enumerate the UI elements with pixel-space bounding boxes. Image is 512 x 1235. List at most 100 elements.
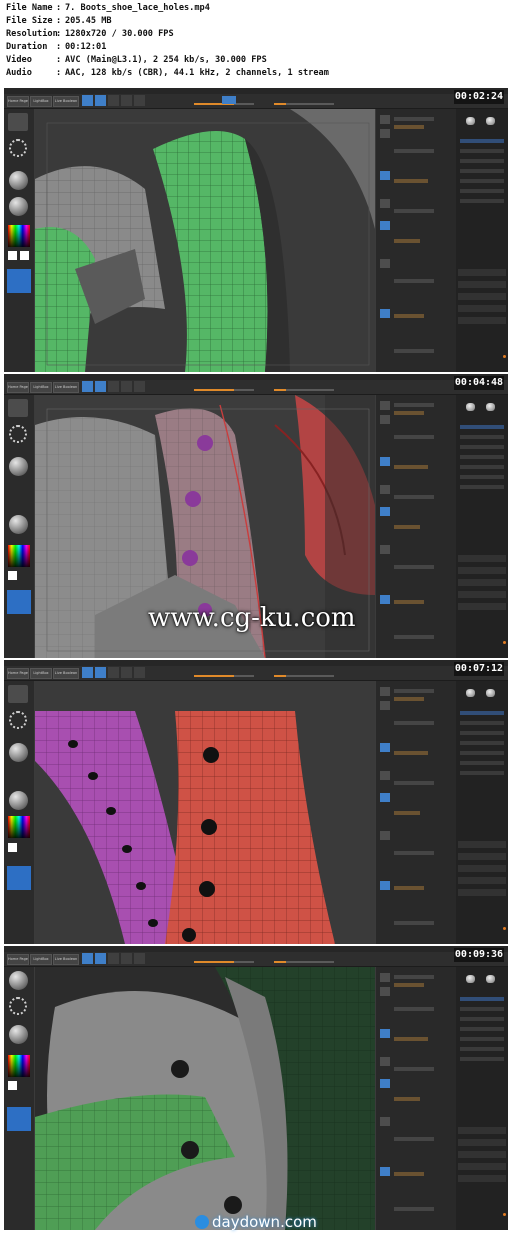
- edit-mode-button[interactable]: [82, 95, 93, 106]
- home-page-button[interactable]: Home Page: [7, 954, 29, 965]
- brush-icon[interactable]: [380, 687, 390, 696]
- rotate-mode-button[interactable]: [134, 667, 145, 678]
- secondary-color-swatch[interactable]: [20, 251, 29, 260]
- xyz-icon[interactable]: [380, 1117, 390, 1126]
- scale-mode-button[interactable]: [121, 953, 132, 964]
- edit-mode-button[interactable]: [82, 667, 93, 678]
- local-icon[interactable]: [380, 595, 390, 604]
- viewport-canvas[interactable]: [35, 109, 375, 372]
- polyframe-icon[interactable]: [380, 457, 390, 466]
- brush-icon[interactable]: [380, 973, 390, 982]
- matcap-sphere-icon[interactable]: [9, 791, 28, 810]
- move-mode-button[interactable]: [108, 953, 119, 964]
- edit-mode-button[interactable]: [82, 381, 93, 392]
- subtool-thumb[interactable]: [466, 117, 475, 125]
- stroke-dots-icon[interactable]: [9, 997, 27, 1015]
- z-intensity-slider[interactable]: [194, 961, 254, 963]
- main-color-swatch[interactable]: [8, 571, 17, 580]
- rotate-mode-button[interactable]: [134, 381, 145, 392]
- draw-size-slider[interactable]: [274, 961, 334, 963]
- solo-icon[interactable]: [380, 793, 390, 802]
- live-boolean-button[interactable]: Live Boolean: [53, 668, 79, 679]
- home-page-button[interactable]: Home Page: [7, 96, 29, 107]
- subtool-thumb[interactable]: [466, 403, 475, 411]
- current-tool-sphere-icon[interactable]: [9, 971, 28, 990]
- material-sphere-icon[interactable]: [9, 171, 28, 190]
- subtool-slot-active[interactable]: [460, 711, 504, 715]
- stroke-icon[interactable]: [380, 129, 390, 138]
- stroke-icon[interactable]: [380, 415, 390, 424]
- subtool-slot-active[interactable]: [460, 139, 504, 143]
- home-page-button[interactable]: Home Page: [7, 382, 29, 393]
- live-boolean-button[interactable]: Live Boolean: [53, 954, 79, 965]
- rotate-mode-button[interactable]: [134, 953, 145, 964]
- stroke-icon[interactable]: [380, 701, 390, 710]
- scale-mode-button[interactable]: [121, 667, 132, 678]
- draw-mode-button[interactable]: [95, 95, 106, 106]
- local-icon[interactable]: [380, 881, 390, 890]
- brush-icon[interactable]: [380, 115, 390, 124]
- draw-mode-button[interactable]: [95, 667, 106, 678]
- solo-icon[interactable]: [380, 507, 390, 516]
- xyz-icon[interactable]: [380, 259, 390, 268]
- stroke-dots-icon[interactable]: [9, 425, 27, 443]
- subtool-thumb[interactable]: [466, 975, 475, 983]
- subtool-slot-active[interactable]: [460, 425, 504, 429]
- polyframe-icon[interactable]: [380, 1029, 390, 1038]
- polyframe-icon[interactable]: [380, 743, 390, 752]
- stroke-dots-icon[interactable]: [9, 139, 27, 157]
- stroke-icon[interactable]: [380, 987, 390, 996]
- draw-mode-button[interactable]: [95, 953, 106, 964]
- material-sphere-icon[interactable]: [9, 1025, 28, 1044]
- alpha-preview-icon[interactable]: [7, 590, 31, 614]
- color-picker[interactable]: [8, 225, 30, 247]
- local-icon[interactable]: [380, 309, 390, 318]
- lightbox-button[interactable]: LightBox: [30, 96, 52, 107]
- draw-size-slider[interactable]: [274, 103, 334, 105]
- current-tool-cube-icon[interactable]: [8, 399, 28, 417]
- matcap-sphere-icon[interactable]: [9, 515, 28, 534]
- material-sphere-icon[interactable]: [9, 457, 28, 476]
- material-sphere-icon[interactable]: [9, 743, 28, 762]
- rgb-button[interactable]: [222, 96, 236, 104]
- move-mode-button[interactable]: [108, 667, 119, 678]
- solo-icon[interactable]: [380, 1079, 390, 1088]
- scale-mode-button[interactable]: [121, 95, 132, 106]
- live-boolean-button[interactable]: Live Boolean: [53, 96, 79, 107]
- main-color-swatch[interactable]: [8, 1081, 17, 1090]
- transp-icon[interactable]: [380, 1057, 390, 1066]
- transp-icon[interactable]: [380, 771, 390, 780]
- transp-icon[interactable]: [380, 199, 390, 208]
- lightbox-button[interactable]: LightBox: [30, 954, 52, 965]
- xyz-icon[interactable]: [380, 545, 390, 554]
- color-picker[interactable]: [8, 1055, 30, 1077]
- viewport-canvas[interactable]: [35, 967, 375, 1230]
- alpha-preview-icon[interactable]: [7, 1107, 31, 1131]
- transp-icon[interactable]: [380, 485, 390, 494]
- alpha-preview-icon[interactable]: [7, 866, 31, 890]
- lightbox-button[interactable]: LightBox: [30, 668, 52, 679]
- move-mode-button[interactable]: [108, 381, 119, 392]
- subtool-thumb[interactable]: [486, 403, 495, 411]
- lightbox-button[interactable]: LightBox: [30, 382, 52, 393]
- main-color-swatch[interactable]: [8, 251, 17, 260]
- z-intensity-slider[interactable]: [194, 675, 254, 677]
- subtool-thumb[interactable]: [486, 689, 495, 697]
- draw-size-slider[interactable]: [274, 389, 334, 391]
- brush-icon[interactable]: [380, 401, 390, 410]
- solo-icon[interactable]: [380, 221, 390, 230]
- rotate-mode-button[interactable]: [134, 95, 145, 106]
- subtool-thumb[interactable]: [466, 689, 475, 697]
- edit-mode-button[interactable]: [82, 953, 93, 964]
- scale-mode-button[interactable]: [121, 381, 132, 392]
- subtool-slot-active[interactable]: [460, 997, 504, 1001]
- move-mode-button[interactable]: [108, 95, 119, 106]
- local-icon[interactable]: [380, 1167, 390, 1176]
- subtool-thumb[interactable]: [486, 117, 495, 125]
- alpha-preview-icon[interactable]: [7, 269, 31, 293]
- live-boolean-button[interactable]: Live Boolean: [53, 382, 79, 393]
- matcap-sphere-icon[interactable]: [9, 197, 28, 216]
- draw-size-slider[interactable]: [274, 675, 334, 677]
- color-picker[interactable]: [8, 816, 30, 838]
- main-color-swatch[interactable]: [8, 843, 17, 852]
